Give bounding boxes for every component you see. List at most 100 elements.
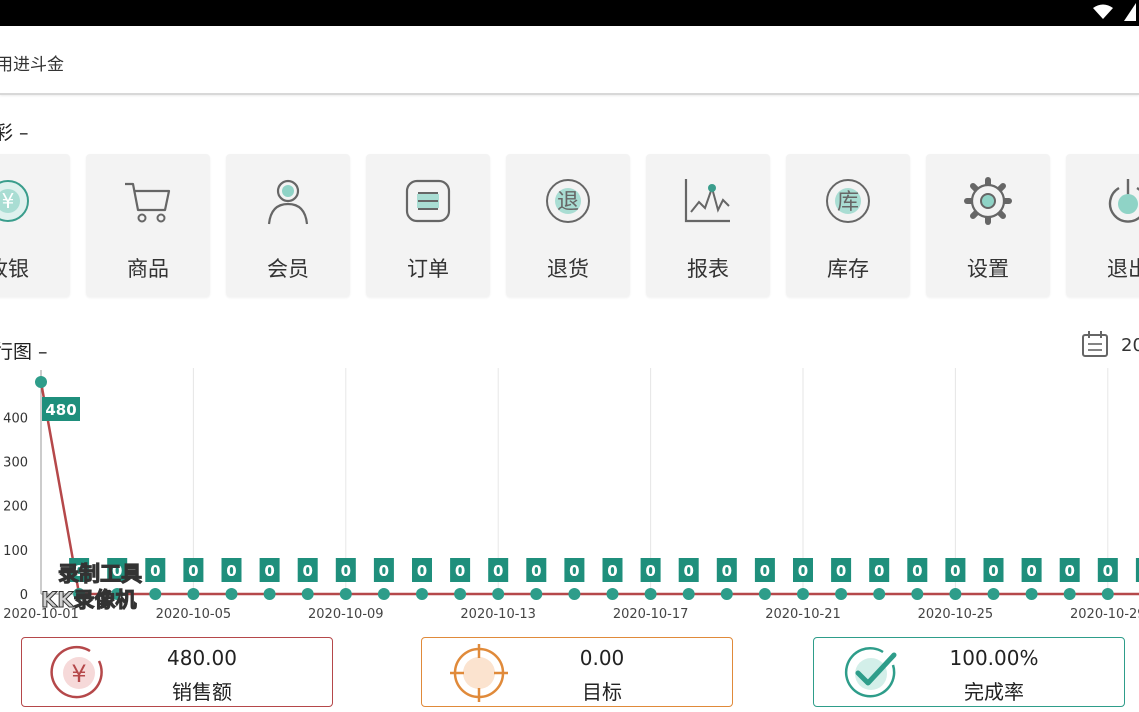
sales-label: 销售额 xyxy=(172,680,232,704)
data-label: 0 xyxy=(226,562,236,580)
target-value: 0.00 xyxy=(579,646,625,670)
data-point xyxy=(454,588,467,600)
x-tick-label: 2020-10-17 xyxy=(613,607,689,622)
shopping-cart-icon xyxy=(125,182,171,223)
function-tiles: ¥ 收银 商品 会员 订单 退 xyxy=(0,154,1139,297)
data-point xyxy=(606,588,619,600)
y-tick-label: 300 xyxy=(3,456,28,471)
data-label: 0 xyxy=(1064,562,1074,580)
data-label: 0 xyxy=(874,562,884,580)
svg-text:库: 库 xyxy=(837,190,859,215)
data-point xyxy=(416,588,428,600)
data-point xyxy=(568,588,581,600)
y-tick-label: 0 xyxy=(20,588,28,603)
sales-value: 480.00 xyxy=(167,646,237,670)
data-label: 0 xyxy=(150,562,160,580)
tile-label: 退货 xyxy=(547,257,589,281)
status-bar xyxy=(0,0,1139,26)
warehouse-icon: 库 xyxy=(826,179,870,223)
tile-goods[interactable]: 商品 xyxy=(86,154,210,297)
member-icon xyxy=(267,179,309,225)
yen-circle-icon: ¥ xyxy=(50,645,103,699)
data-label: 0 xyxy=(683,562,693,580)
data-label: 0 xyxy=(607,562,617,580)
data-point xyxy=(377,588,390,600)
order-icon xyxy=(405,179,451,223)
tile-label: 收银 xyxy=(0,257,29,281)
svg-text:¥: ¥ xyxy=(71,660,86,688)
data-label: 0 xyxy=(1103,562,1113,580)
data-point xyxy=(187,588,200,600)
data-label: 0 xyxy=(302,562,312,580)
calendar-icon[interactable] xyxy=(1080,330,1110,358)
data-label: 0 xyxy=(836,562,846,580)
completion-value: 100.00% xyxy=(949,646,1039,670)
watermark-line-1: 录制工具 xyxy=(58,562,143,587)
x-tick-label: 2020-10-21 xyxy=(765,607,841,622)
y-tick-label: 400 xyxy=(3,411,28,426)
data-label: 0 xyxy=(455,562,465,580)
data-point xyxy=(1025,588,1038,600)
app-title: 用进斗金 xyxy=(0,55,64,75)
data-label: 0 xyxy=(188,562,198,580)
data-point xyxy=(720,588,733,600)
data-label: 0 xyxy=(798,562,808,580)
data-point xyxy=(949,588,962,600)
data-point xyxy=(530,588,543,600)
tile-label: 商品 xyxy=(127,257,169,281)
data-label: 0 xyxy=(379,562,389,580)
y-tick-label: 100 xyxy=(3,544,28,559)
gear-icon xyxy=(964,177,1012,225)
data-point xyxy=(835,588,848,600)
tile-exit[interactable]: 退出 xyxy=(1066,154,1139,297)
tile-report[interactable]: 报表 xyxy=(646,154,770,297)
tile-member[interactable]: 会员 xyxy=(226,154,350,297)
tile-order[interactable]: 订单 xyxy=(366,154,490,297)
data-label: 0 xyxy=(417,562,427,580)
summary-card-target: 0.00 目标 xyxy=(421,637,733,707)
check-circle-icon xyxy=(844,647,897,698)
data-point xyxy=(873,588,886,600)
data-label: 0 xyxy=(912,562,922,580)
data-point xyxy=(225,588,238,600)
watermark-line-2: KK录像机 xyxy=(41,588,138,613)
data-label: 0 xyxy=(722,562,732,580)
tile-inventory[interactable]: 库 库存 xyxy=(786,154,910,297)
tile-label: 设置 xyxy=(967,257,1009,281)
battery-icon xyxy=(1124,3,1136,21)
data-point xyxy=(263,588,276,600)
x-tick-label: 2020-10-13 xyxy=(460,607,536,622)
x-tick-label: 2020-10-09 xyxy=(308,607,384,622)
tile-label: 退出 xyxy=(1107,257,1139,281)
tile-return[interactable]: 退 退货 xyxy=(506,154,630,297)
x-tick-label: 2020-10-25 xyxy=(918,607,994,622)
sales-line-chart: 01002003004002020-10-01 2020-10-05 2020-10… xyxy=(3,368,1139,622)
return-icon: 退 xyxy=(546,179,590,223)
data-point xyxy=(149,588,162,600)
data-point xyxy=(35,376,47,388)
yen-coin-icon: ¥ xyxy=(0,180,29,222)
wifi-icon xyxy=(1093,4,1113,19)
data-label: 0 xyxy=(950,562,960,580)
recorder-watermark: 录制工具 KK录像机 xyxy=(41,561,143,613)
data-label: 0 xyxy=(760,562,770,580)
data-point xyxy=(339,588,352,600)
data-point xyxy=(1063,588,1076,600)
data-label: 0 xyxy=(645,562,655,580)
y-tick-label: 200 xyxy=(3,500,28,515)
tile-settings[interactable]: 设置 xyxy=(926,154,1050,297)
tile-cashier[interactable]: ¥ 收银 xyxy=(0,154,70,297)
data-point xyxy=(682,588,695,600)
date-range-text[interactable]: 20 xyxy=(1121,335,1139,356)
target-label: 目标 xyxy=(582,680,622,704)
data-point xyxy=(987,588,1000,600)
series-line xyxy=(39,381,1139,596)
data-point xyxy=(644,588,657,600)
data-label: 480 xyxy=(45,401,76,419)
tile-label: 订单 xyxy=(407,257,449,281)
data-label: 0 xyxy=(1026,562,1036,580)
tile-label: 报表 xyxy=(687,257,729,281)
completion-label: 完成率 xyxy=(964,680,1024,704)
data-point xyxy=(797,588,809,600)
tile-label: 会员 xyxy=(267,257,309,281)
